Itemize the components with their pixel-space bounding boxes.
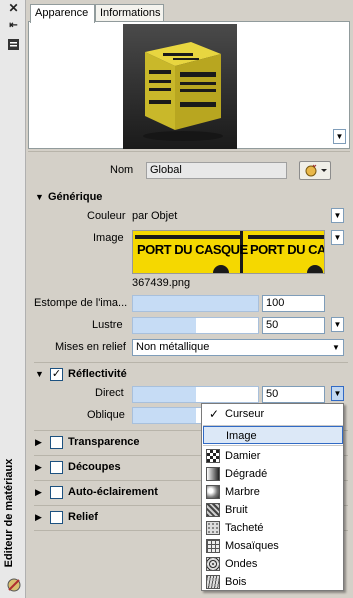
- collapse-icon[interactable]: ▼: [35, 369, 44, 379]
- wood-icon: [206, 575, 220, 589]
- checkmark-icon: ✓: [209, 407, 220, 421]
- name-field[interactable]: Global: [146, 162, 287, 179]
- direct-label: Direct: [95, 387, 124, 399]
- reflectivity-checkbox[interactable]: ✓: [50, 368, 63, 381]
- self-illumination-checkbox[interactable]: [50, 486, 63, 499]
- gloss-value[interactable]: 50: [262, 317, 325, 334]
- image-text-left: PORT DU CASQUE: [137, 242, 248, 257]
- noise-icon: [206, 503, 220, 517]
- color-value: par Objet: [132, 210, 178, 222]
- menu-item-tiles[interactable]: Mosaïques: [203, 537, 343, 555]
- section-generic[interactable]: ▼ Générique: [28, 188, 350, 208]
- image-thumbnail[interactable]: PORT DU CASQUE PORT DU CASQUE: [132, 230, 325, 274]
- menu-item-image[interactable]: Image: [203, 426, 343, 444]
- image-dropdown[interactable]: ▼: [331, 230, 344, 245]
- image-text-right: PORT DU CASQUE: [250, 242, 324, 257]
- cutouts-checkbox[interactable]: [50, 461, 63, 474]
- speckle-icon: [206, 521, 220, 535]
- fade-slider[interactable]: [132, 295, 259, 312]
- highlights-label: Mises en relief: [55, 341, 126, 353]
- section-reflectivity-title: Réflectivité: [68, 368, 127, 380]
- tab-appearance[interactable]: Apparence: [30, 4, 95, 23]
- menu-item-waves[interactable]: Ondes: [203, 555, 343, 573]
- menu-item-noise[interactable]: Bruit: [203, 501, 343, 519]
- tiles-icon: [206, 539, 220, 553]
- fade-value[interactable]: 100: [262, 295, 325, 312]
- auto-hide-icon[interactable]: ⇤: [7, 19, 20, 32]
- menu-item-gradient[interactable]: Dégradé: [203, 465, 343, 483]
- menu-item-checker[interactable]: Damier: [203, 447, 343, 465]
- highlights-chevron-icon[interactable]: ▼: [329, 340, 343, 355]
- oblique-label: Oblique: [87, 409, 125, 421]
- section-transparency-title: Transparence: [68, 436, 140, 448]
- menu-item-marble[interactable]: Marbre: [203, 483, 343, 501]
- expand-icon[interactable]: ▶: [35, 462, 42, 473]
- section-cutouts-title: Découpes: [68, 461, 121, 473]
- waves-icon: [206, 557, 220, 571]
- oblique-slider-fill: [133, 408, 196, 423]
- transparency-checkbox[interactable]: [50, 436, 63, 449]
- expand-icon[interactable]: ▶: [35, 437, 42, 448]
- close-icon[interactable]: ✕: [7, 2, 20, 15]
- section-reflectivity[interactable]: ▼ ✓ Réflectivité: [28, 365, 350, 385]
- divider: [28, 151, 350, 152]
- image-label: Image: [93, 232, 124, 244]
- menu-item-slider[interactable]: ✓ Curseur: [203, 405, 343, 423]
- preview-area: ▼: [28, 21, 350, 149]
- color-label: Couleur: [87, 210, 126, 222]
- image-filename: 367439.png: [132, 277, 191, 289]
- map-type-menu: ✓ Curseur Image Damier Dégradé Marbre Br…: [201, 403, 344, 591]
- highlights-select[interactable]: Non métallique: [132, 339, 344, 356]
- material-preview[interactable]: [123, 24, 237, 149]
- color-dropdown[interactable]: ▼: [331, 208, 344, 223]
- expand-icon[interactable]: ▶: [35, 512, 42, 523]
- tab-information[interactable]: Informations: [95, 4, 164, 22]
- menu-item-wood[interactable]: Bois: [203, 573, 343, 591]
- preview-options-dropdown[interactable]: ▼: [333, 129, 346, 144]
- section-self-illumination-title: Auto-éclairement: [68, 486, 158, 498]
- palette-title: Editeur de matériaux: [3, 458, 15, 568]
- direct-slider[interactable]: [132, 386, 259, 403]
- fade-slider-fill: [133, 296, 258, 311]
- fade-label: Estompe de l'ima...: [34, 297, 128, 309]
- section-relief-title: Relief: [68, 511, 98, 523]
- relief-checkbox[interactable]: [50, 511, 63, 524]
- marble-icon: [206, 485, 220, 499]
- properties-icon[interactable]: [7, 38, 20, 51]
- palette-title-bar: ✕ ⇤ Editeur de matériaux: [0, 0, 26, 598]
- gradient-icon: [206, 467, 220, 481]
- section-generic-title: Générique: [48, 191, 103, 203]
- gloss-slider-fill: [133, 318, 196, 333]
- create-material-button[interactable]: [299, 161, 331, 180]
- divider: [34, 362, 348, 363]
- direct-dropdown[interactable]: ▼: [331, 386, 344, 401]
- gloss-label: Lustre: [92, 319, 123, 331]
- direct-slider-fill: [133, 387, 196, 402]
- menu-item-speckle[interactable]: Tacheté: [203, 519, 343, 537]
- checker-icon: [206, 449, 220, 463]
- expand-icon[interactable]: ▶: [35, 487, 42, 498]
- materials-icon[interactable]: [7, 578, 21, 592]
- collapse-icon[interactable]: ▼: [35, 192, 44, 202]
- gloss-dropdown[interactable]: ▼: [331, 317, 344, 332]
- name-label: Nom: [110, 164, 134, 176]
- gloss-slider[interactable]: [132, 317, 259, 334]
- direct-value[interactable]: 50: [262, 386, 325, 403]
